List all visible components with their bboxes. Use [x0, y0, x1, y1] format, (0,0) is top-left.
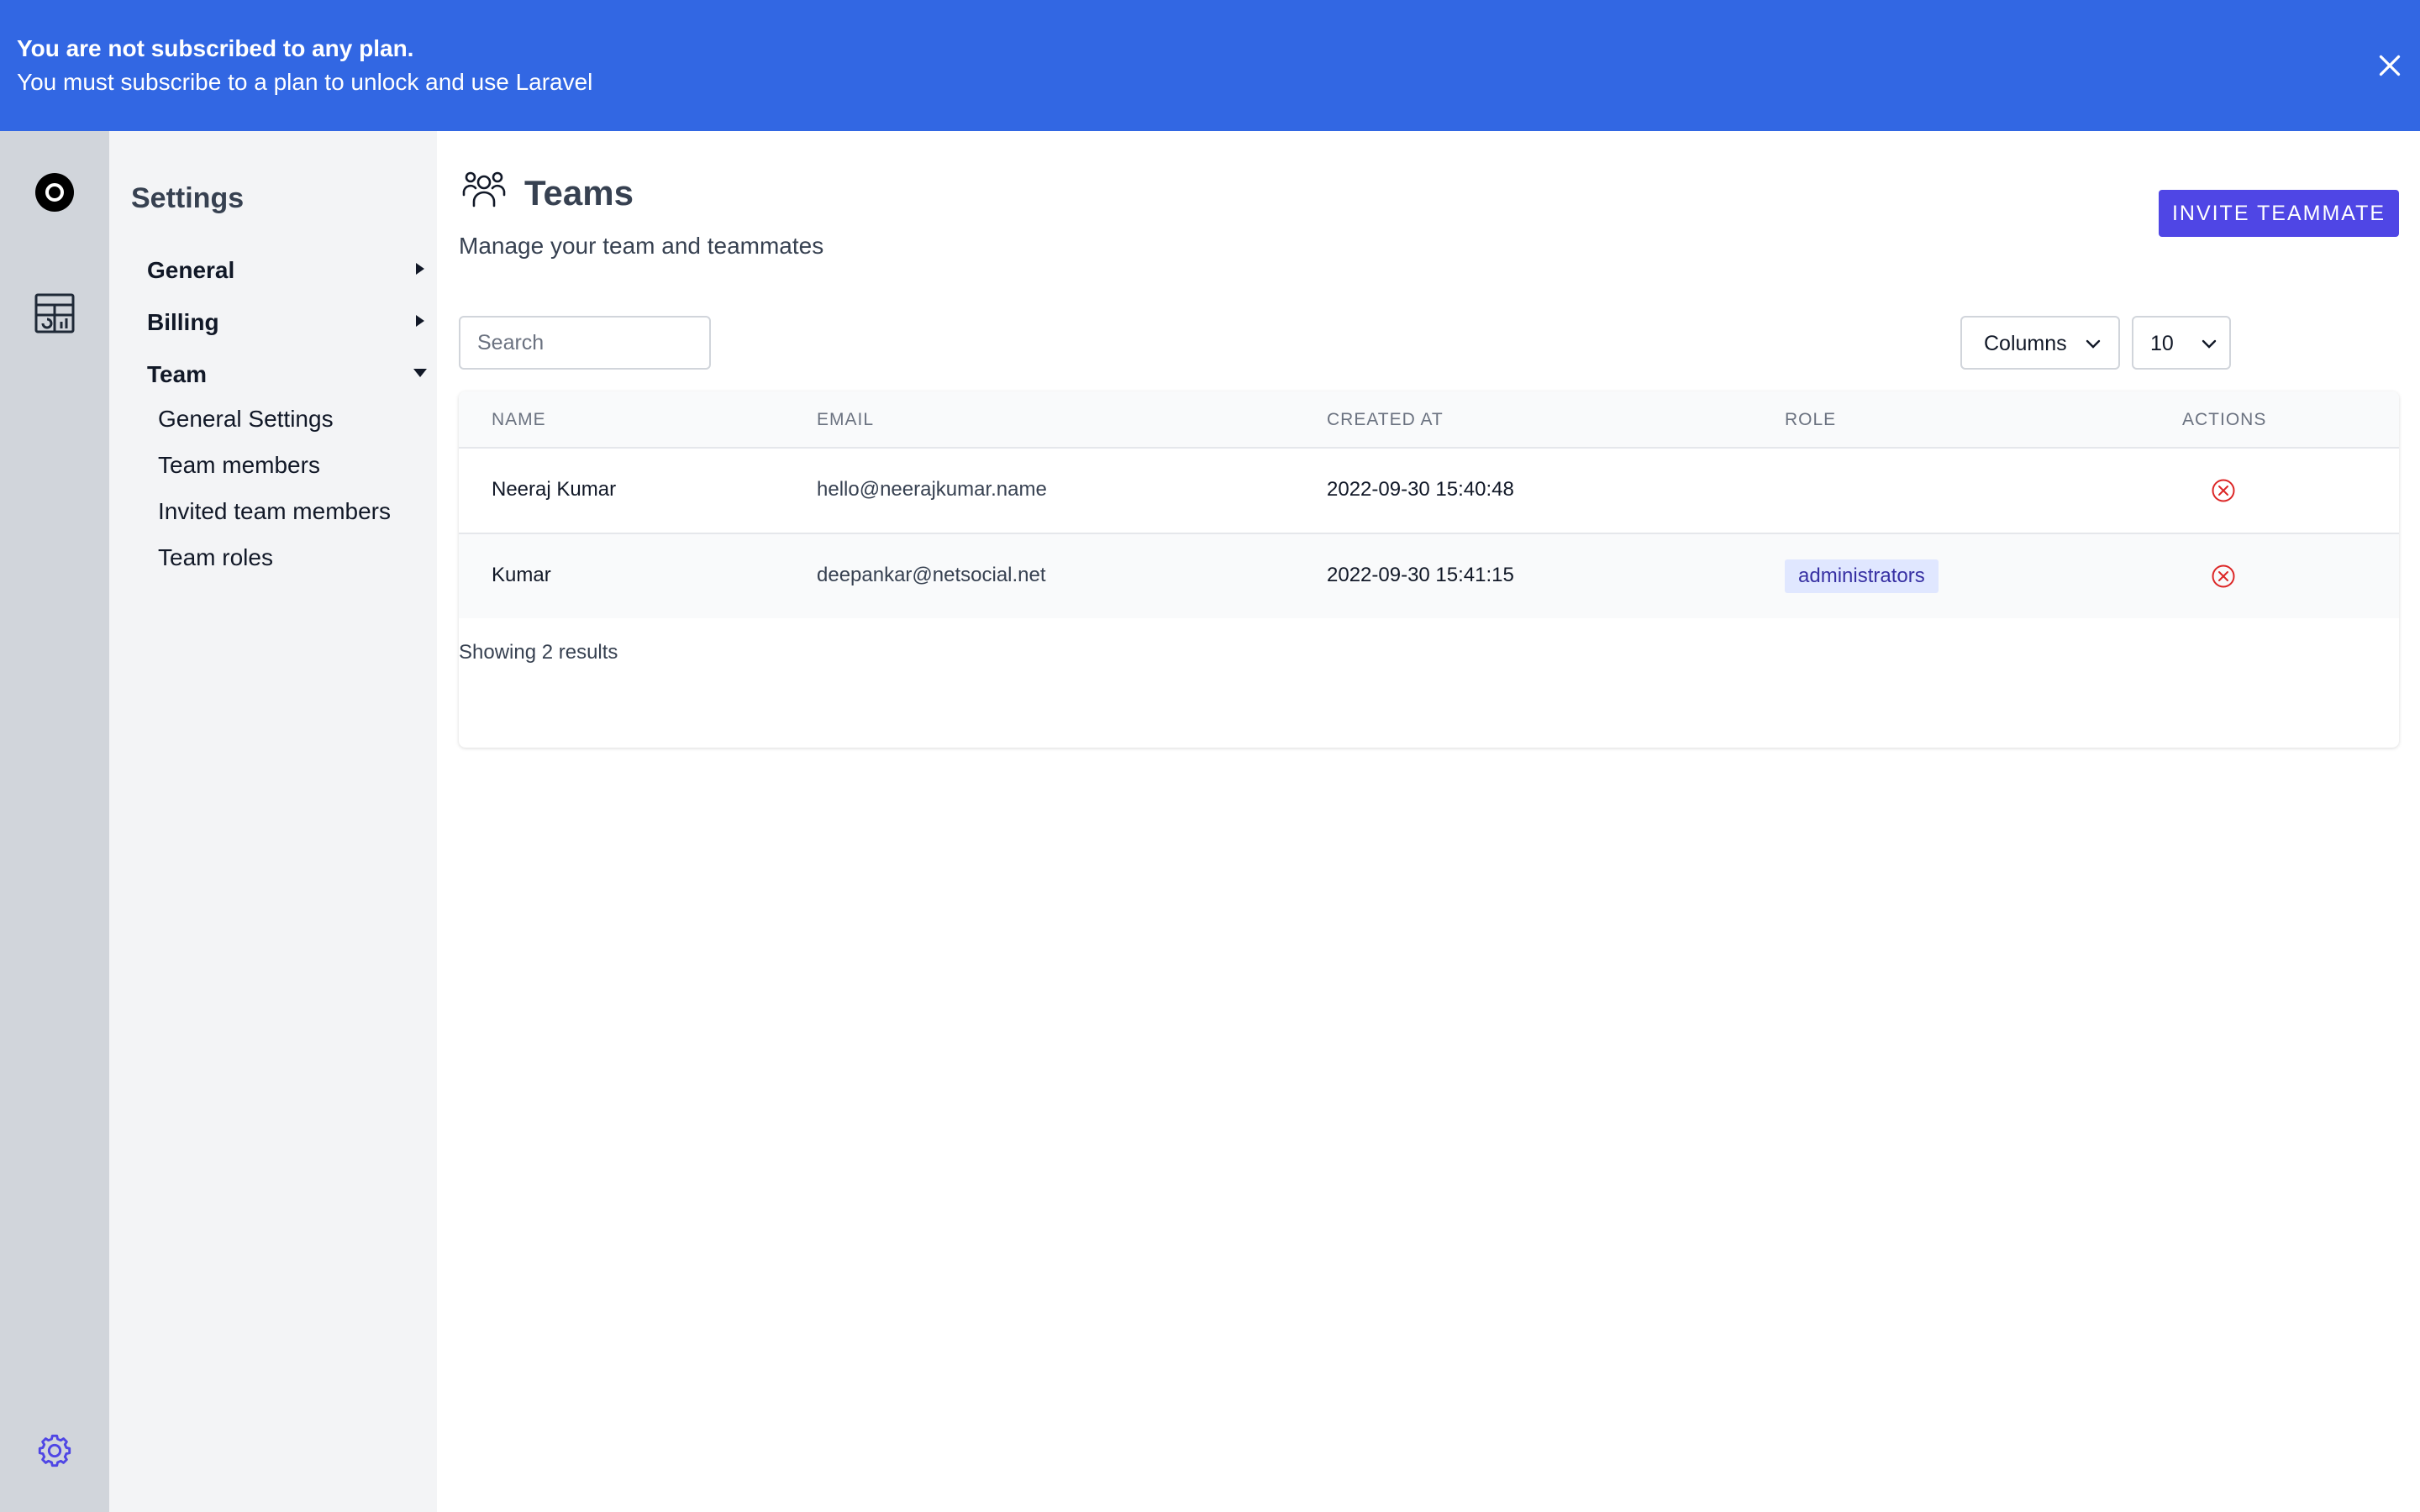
users-icon: [462, 171, 506, 207]
sidebar-section-billing[interactable]: Billing: [147, 306, 424, 339]
column-header-name[interactable]: NAME: [492, 409, 546, 431]
banner-title: You are not subscribed to any plan.: [17, 35, 414, 61]
dashboard-icon[interactable]: [34, 293, 75, 333]
sidebar-title: Settings: [131, 182, 245, 214]
columns-label: Columns: [1984, 332, 2067, 355]
subscription-banner: You are not subscribed to any plan. You …: [0, 0, 2420, 131]
table-header: NAME EMAIL CREATED AT ROLE ACTIONS: [459, 391, 2399, 449]
invite-teammate-button[interactable]: INVITE TEAMMATE: [2159, 190, 2399, 237]
banner-message: You must subscribe to a plan to unlock a…: [17, 69, 593, 95]
chevron-down-icon: [2086, 339, 2101, 349]
team-table: NAME EMAIL CREATED AT ROLE ACTIONS Neera…: [459, 391, 2399, 748]
columns-dropdown[interactable]: Columns: [1960, 316, 2120, 370]
member-name: Neeraj Kumar: [492, 478, 617, 501]
settings-sidebar: Settings General Billing Team General Se…: [109, 131, 437, 1512]
member-name: Kumar: [492, 564, 551, 586]
results-count: Showing 2 results: [459, 641, 618, 664]
sidebar-item-general-settings[interactable]: General Settings: [158, 405, 334, 433]
caret-right-icon: [416, 263, 424, 275]
caret-right-icon: [416, 315, 424, 327]
member-email: deepankar@netsocial.net: [817, 564, 1046, 586]
sidebar-item-team-roles[interactable]: Team roles: [158, 543, 273, 572]
sidebar-item-invited-team-members[interactable]: Invited team members: [158, 497, 391, 526]
member-email: hello@neerajkumar.name: [817, 478, 1047, 501]
close-icon[interactable]: [2375, 50, 2405, 81]
member-created-at: 2022-09-30 15:40:48: [1327, 478, 1514, 501]
role-badge: administrators: [1785, 559, 1939, 593]
icon-rail: [0, 131, 109, 1512]
sidebar-section-label: General: [147, 257, 235, 283]
chevron-down-icon: [2202, 339, 2217, 349]
settings-gear-icon[interactable]: [34, 1430, 76, 1472]
member-created-at: 2022-09-30 15:41:15: [1327, 564, 1514, 586]
per-page-value: 10: [2150, 332, 2174, 355]
column-header-email[interactable]: EMAIL: [817, 409, 874, 431]
remove-member-icon[interactable]: [2210, 477, 2237, 504]
table-row: Kumar deepankar@netsocial.net 2022-09-30…: [459, 534, 2399, 618]
caret-down-icon: [413, 369, 427, 377]
page-subtitle: Manage your team and teammates: [459, 233, 824, 259]
sidebar-section-team[interactable]: Team: [147, 358, 427, 391]
column-header-role[interactable]: ROLE: [1785, 409, 1836, 431]
app-logo-icon[interactable]: [34, 172, 75, 213]
column-header-actions: ACTIONS: [2182, 410, 2267, 429]
sidebar-section-general[interactable]: General: [147, 254, 424, 287]
page-title: Teams: [524, 173, 634, 213]
main-content: Teams Manage your team and teammates INV…: [437, 131, 2420, 1512]
remove-member-icon[interactable]: [2210, 563, 2237, 590]
search-input[interactable]: [459, 316, 711, 370]
column-header-created-at[interactable]: CREATED AT: [1327, 409, 1444, 431]
sidebar-section-label: Billing: [147, 309, 219, 335]
table-row: Neeraj Kumar hello@neerajkumar.name 2022…: [459, 449, 2399, 534]
sidebar-section-label: Team: [147, 361, 208, 387]
per-page-select[interactable]: 10: [2132, 316, 2231, 370]
sidebar-item-team-members[interactable]: Team members: [158, 451, 320, 480]
